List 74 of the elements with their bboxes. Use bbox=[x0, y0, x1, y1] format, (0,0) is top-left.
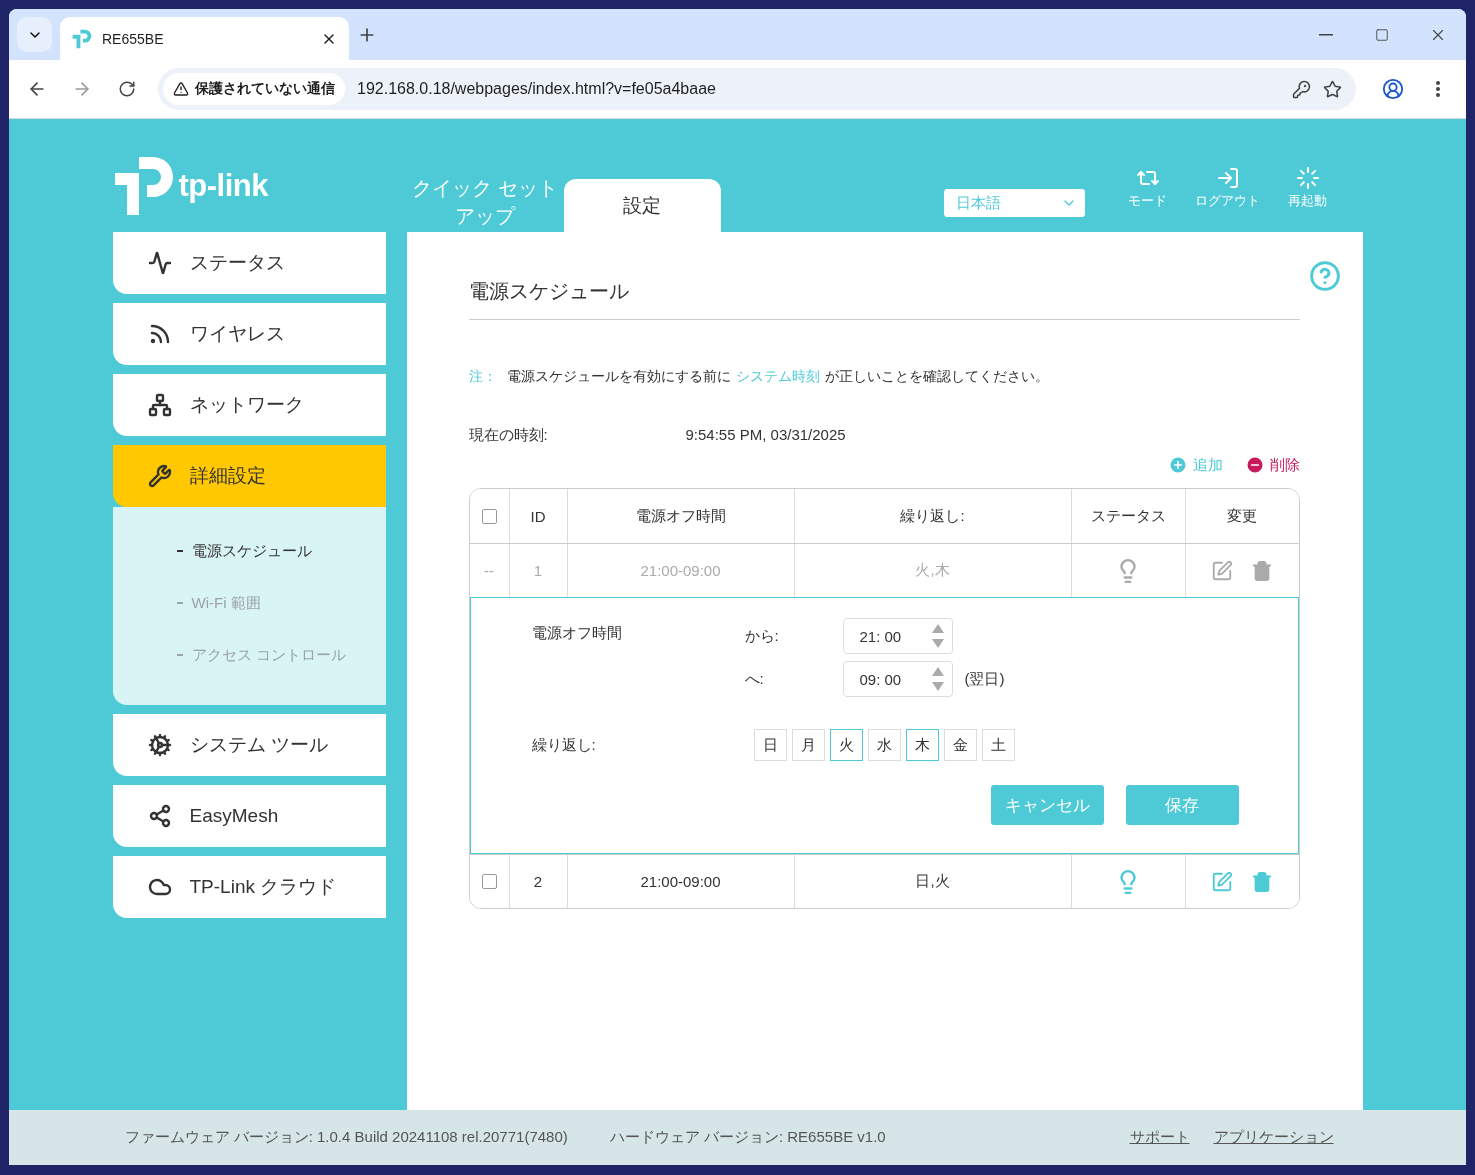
column-header: 変更 bbox=[1227, 506, 1257, 526]
logo-icon bbox=[112, 155, 175, 217]
note-label: 注： bbox=[468, 368, 497, 386]
sidebar-item[interactable]: ネットワーク bbox=[112, 374, 386, 436]
tab-title: RE655BE bbox=[102, 30, 165, 47]
from-label: から: bbox=[744, 626, 780, 646]
menu-icon bbox=[1436, 81, 1440, 97]
delete-button[interactable]: 削除 bbox=[1244, 455, 1300, 475]
column-header: ステータス bbox=[1090, 506, 1166, 526]
warning-icon bbox=[173, 81, 189, 97]
sidebar-item[interactable]: ワイヤレス bbox=[112, 303, 386, 365]
edit-icon[interactable] bbox=[1211, 870, 1233, 893]
day-toggle[interactable]: 木 bbox=[905, 729, 939, 761]
repeat-label: 繰り返し: bbox=[531, 735, 597, 755]
table-cell: 日,火 bbox=[915, 872, 950, 891]
browser-tab[interactable]: RE655BE bbox=[60, 17, 349, 60]
key-icon[interactable] bbox=[1292, 79, 1311, 99]
note-text: 電源スケジュールを有効にする前に システム時刻 が正しいことを確認してください。 bbox=[506, 368, 1049, 386]
sidebar-item[interactable]: システム ツール bbox=[112, 714, 386, 776]
table-cell: -- bbox=[484, 562, 494, 579]
plus-icon bbox=[1167, 455, 1188, 475]
next-day-note: (翌日) bbox=[964, 669, 1005, 689]
spinner-icon[interactable] bbox=[930, 623, 945, 649]
day-toggle[interactable]: 土 bbox=[981, 729, 1015, 761]
maximize-icon bbox=[1375, 27, 1389, 42]
sidebar-item[interactable]: ステータス bbox=[112, 232, 386, 294]
table-cell: 火,木 bbox=[915, 561, 950, 580]
star-icon[interactable] bbox=[1323, 79, 1342, 99]
table-cell: 21:00-09:00 bbox=[640, 873, 721, 890]
day-toggle[interactable]: 金 bbox=[943, 729, 977, 761]
current-time-label: 現在の時刻: bbox=[468, 426, 549, 445]
time-field[interactable]: 21: 00 bbox=[842, 618, 953, 654]
sidebar-item[interactable]: 詳細設定 bbox=[112, 445, 386, 507]
day-toggle[interactable]: 水 bbox=[867, 729, 901, 761]
tab-list-button[interactable] bbox=[17, 17, 52, 52]
off-time-label: 電源オフ時間 bbox=[531, 623, 623, 643]
table-cell: 1 bbox=[533, 562, 543, 579]
checkbox[interactable] bbox=[481, 874, 497, 889]
column-header: ID bbox=[530, 507, 546, 525]
page-title: 電源スケジュール bbox=[468, 278, 1300, 320]
day-toggle[interactable]: 日 bbox=[753, 729, 787, 761]
minimize-icon bbox=[1319, 33, 1333, 36]
sidebar-item[interactable]: EasyMesh bbox=[112, 785, 386, 847]
security-chip[interactable]: 保護されていない通信 bbox=[163, 73, 345, 105]
logo-icon bbox=[72, 28, 92, 49]
minus-icon bbox=[1244, 455, 1265, 475]
nav-tab[interactable]: 設定 bbox=[563, 179, 721, 232]
current-time-value: 9:54:55 PM, 03/31/2025 bbox=[685, 426, 846, 445]
day-toggle[interactable]: 火 bbox=[829, 729, 863, 761]
trash-icon[interactable] bbox=[1251, 559, 1273, 582]
to-label: へ: bbox=[744, 669, 765, 689]
edit-icon[interactable] bbox=[1211, 559, 1233, 582]
footer-link[interactable]: アプリケーション bbox=[1213, 1128, 1334, 1147]
table-cell: 2 bbox=[533, 873, 543, 890]
logout-icon bbox=[1215, 166, 1240, 190]
day-toggle[interactable]: 月 bbox=[791, 729, 825, 761]
sidebar-item[interactable]: TP-Link クラウド bbox=[112, 856, 386, 918]
profile-icon bbox=[1382, 78, 1404, 100]
reload-icon bbox=[118, 80, 136, 98]
logo-text: tp-link bbox=[178, 168, 268, 204]
table-cell: 21:00-09:00 bbox=[640, 562, 721, 579]
time-field[interactable]: 09: 00 bbox=[842, 661, 953, 697]
hardware-version: ハードウェア バージョン: RE655BE v1.0 bbox=[609, 1128, 886, 1147]
submenu-item[interactable]: 電源スケジュール bbox=[112, 525, 386, 577]
network-icon bbox=[147, 393, 172, 417]
checkbox[interactable] bbox=[481, 508, 497, 524]
column-header: 繰り返し: bbox=[900, 506, 965, 526]
column-header: 電源オフ時間 bbox=[635, 506, 726, 526]
trash-icon[interactable] bbox=[1251, 870, 1273, 893]
firmware-version: ファームウェア バージョン: 1.0.4 Build 20241108 rel.20771(7480) bbox=[124, 1128, 568, 1147]
url-text[interactable]: 192.168.0.18/webpages/index.html?v=fe05a4baae bbox=[357, 80, 1280, 98]
help-icon[interactable] bbox=[1308, 260, 1341, 292]
spinner-icon[interactable] bbox=[930, 666, 945, 692]
footer-link[interactable]: サポート bbox=[1129, 1128, 1190, 1147]
